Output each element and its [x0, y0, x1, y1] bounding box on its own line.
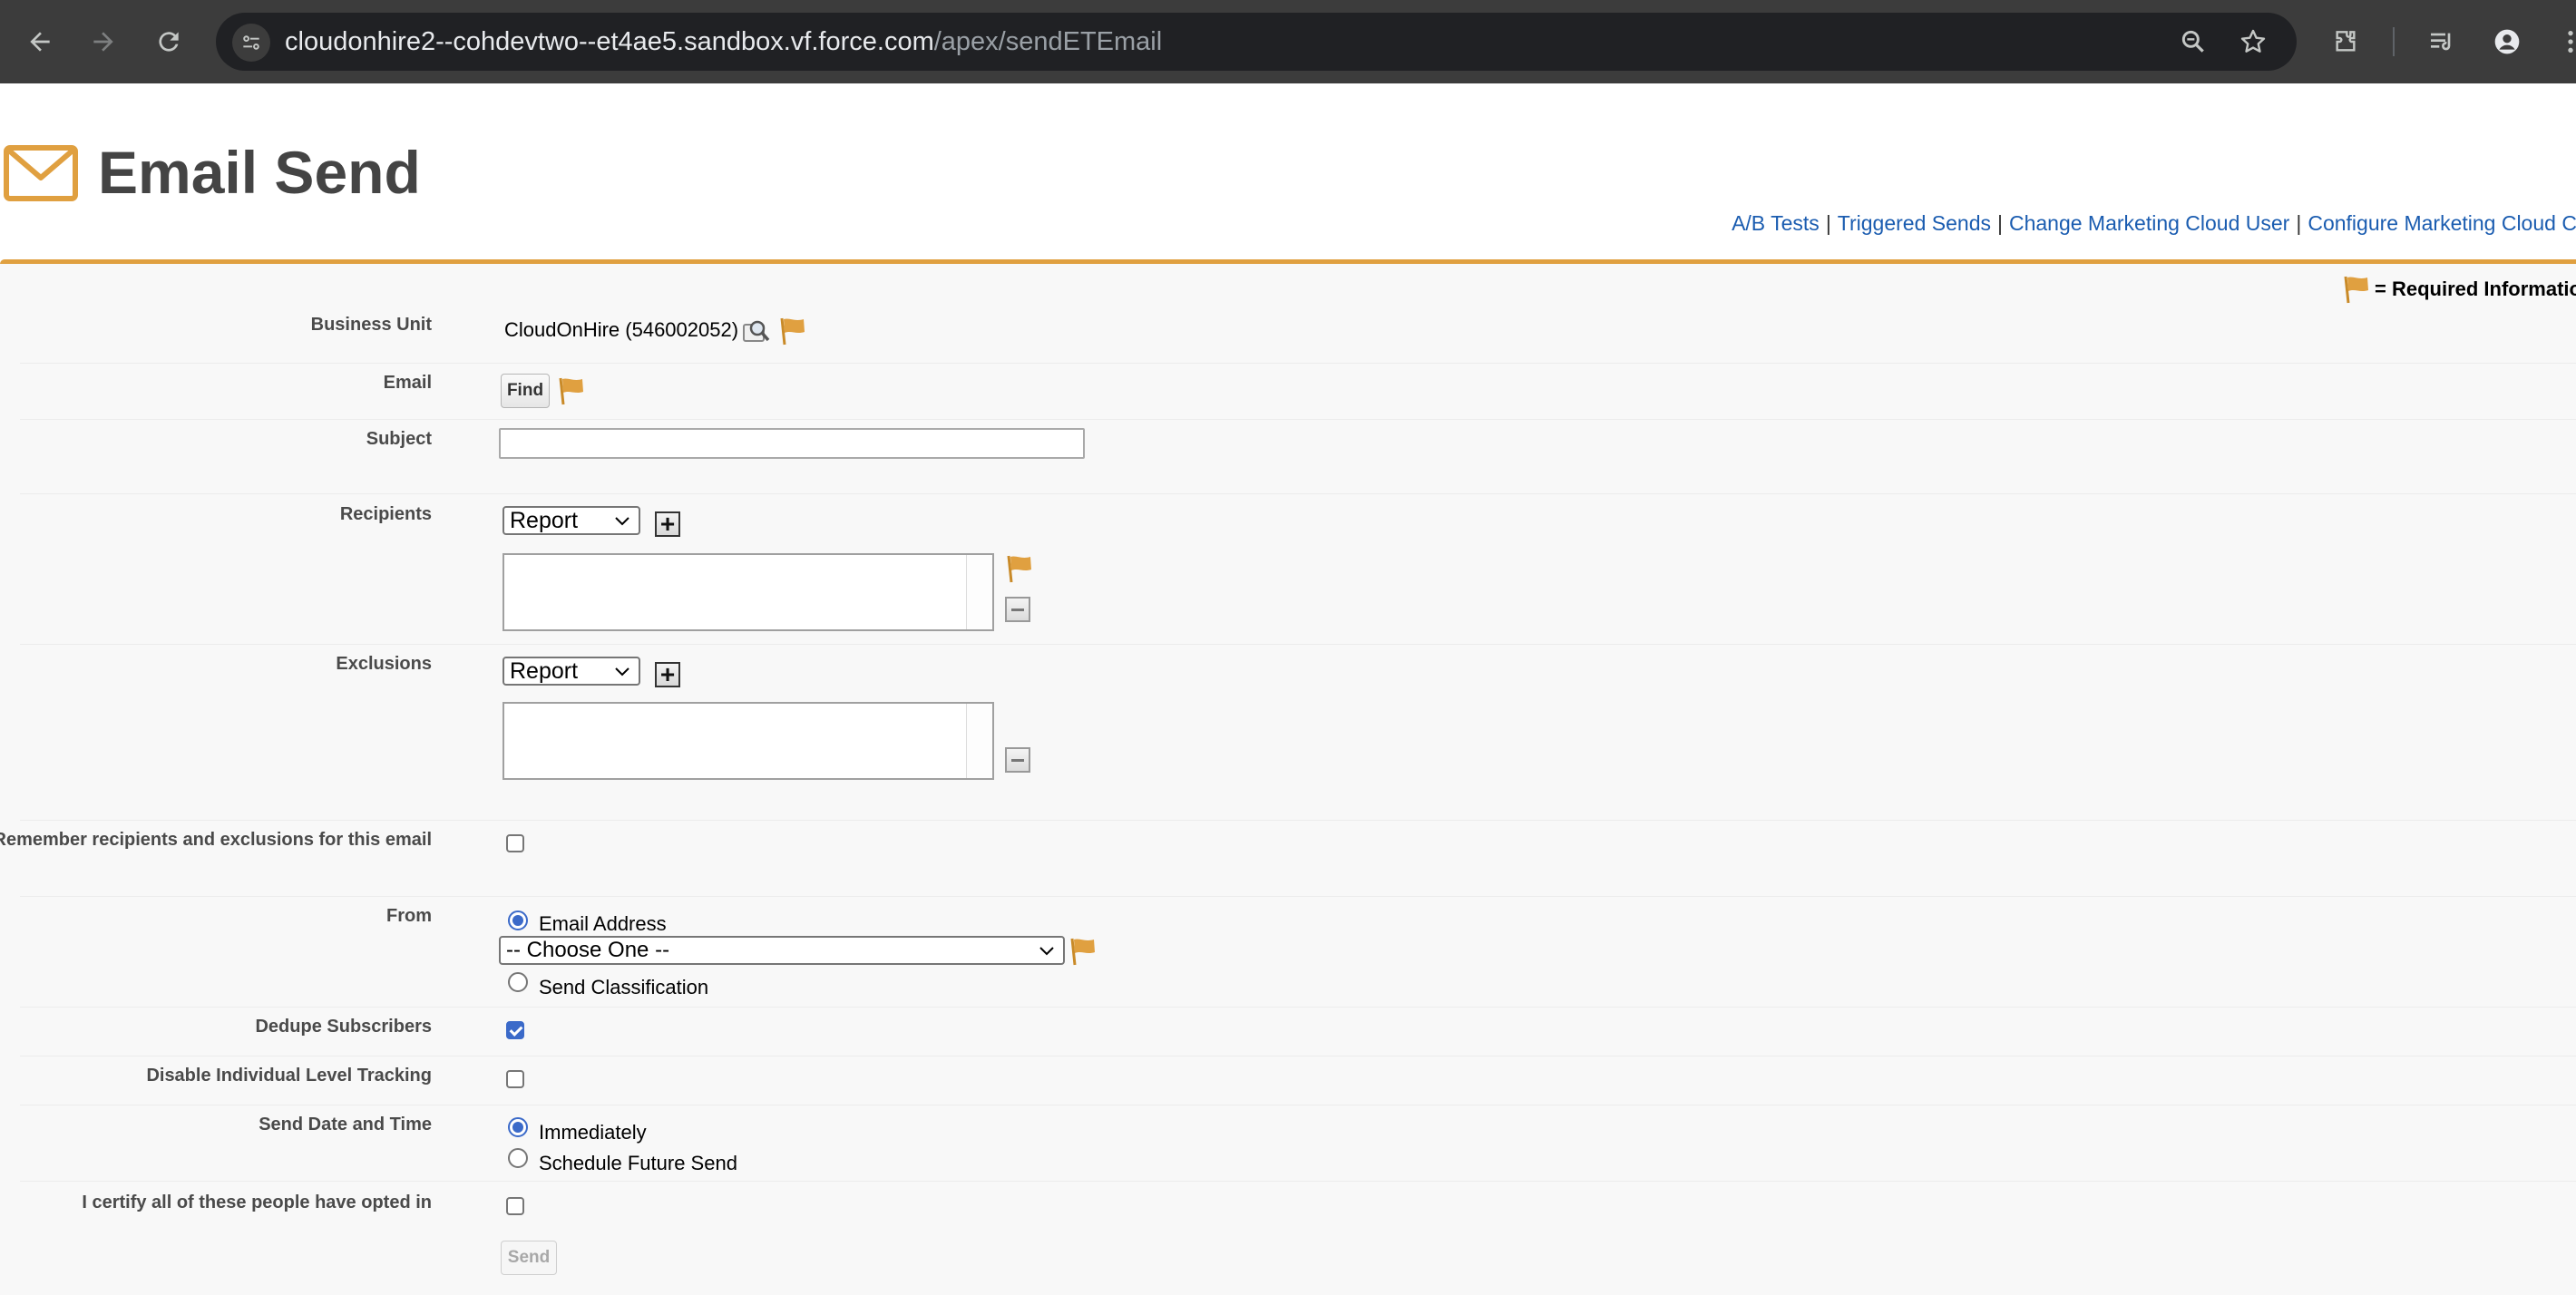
schedule-future-send-label: Schedule Future Send — [539, 1152, 737, 1174]
required-flag-icon — [1070, 938, 1095, 966]
required-flag-icon — [2344, 276, 2368, 304]
certify-label: I certify all of these people have opted… — [82, 1193, 432, 1212]
exclusions-label: Exclusions — [336, 654, 432, 674]
site-info-icon[interactable] — [232, 24, 270, 62]
back-icon[interactable] — [20, 22, 60, 62]
scrollbar[interactable] — [966, 555, 992, 629]
exclusions-type-select[interactable]: Report — [503, 657, 640, 686]
send-button[interactable]: Send — [501, 1241, 557, 1275]
from-address-select[interactable]: -- Choose One -- — [499, 936, 1065, 965]
forward-icon[interactable] — [83, 22, 123, 62]
page-title: Email Send — [98, 139, 421, 206]
toolbar-divider — [2393, 27, 2395, 56]
chevron-down-icon — [1039, 947, 1054, 956]
exclusions-list[interactable] — [503, 702, 994, 780]
remove-exclusion-button[interactable] — [1005, 747, 1030, 773]
extensions-icon[interactable] — [2326, 22, 2366, 62]
chevron-down-icon — [615, 667, 629, 677]
remove-recipient-button[interactable] — [1005, 597, 1030, 622]
bookmark-star-icon[interactable] — [2235, 24, 2271, 60]
configure-marketing-cloud-connect-link[interactable]: Configure Marketing Cloud Connect — [2308, 211, 2576, 235]
required-flag-icon — [780, 317, 805, 346]
row-divider — [20, 644, 2576, 645]
scrollbar[interactable] — [966, 704, 992, 778]
recipients-list[interactable] — [503, 553, 994, 631]
triggered-sends-link[interactable]: Triggered Sends — [1838, 211, 1991, 235]
required-legend-text: = Required Information — [2375, 278, 2576, 300]
menu-icon[interactable] — [2551, 22, 2576, 62]
from-send-classification-label: Send Classification — [539, 976, 709, 998]
row-divider — [20, 419, 2576, 420]
disable-tracking-checkbox[interactable] — [506, 1070, 524, 1088]
chevron-down-icon — [615, 517, 629, 526]
required-flag-icon — [1007, 555, 1031, 583]
send-immediately-radio[interactable] — [508, 1117, 528, 1137]
business-unit-label: Business Unit — [310, 315, 432, 335]
find-email-button[interactable]: Find — [501, 374, 550, 408]
exclusions-type-value: Report — [510, 658, 579, 684]
browser-toolbar: cloudonhire2--cohdevtwo--et4ae5.sandbox.… — [0, 0, 2576, 83]
url-host: cloudonhire2--cohdevtwo--et4ae5.sandbox.… — [285, 27, 934, 56]
ab-tests-link[interactable]: A/B Tests — [1732, 211, 1820, 235]
disable-tracking-label: Disable Individual Level Tracking — [146, 1066, 432, 1086]
remember-label: Remember recipients and exclusions for t… — [0, 830, 432, 850]
subject-input[interactable] — [499, 428, 1085, 459]
reading-list-icon[interactable] — [2422, 22, 2462, 62]
business-unit-value: CloudOnHire (546002052) — [504, 318, 739, 341]
row-divider — [20, 820, 2576, 821]
row-divider — [20, 493, 2576, 494]
required-flag-icon — [559, 377, 583, 405]
add-recipient-button[interactable]: + — [655, 511, 680, 537]
remember-checkbox[interactable] — [506, 834, 524, 852]
from-address-value: -- Choose One -- — [506, 938, 670, 962]
from-email-address-radio[interactable] — [508, 910, 528, 930]
required-legend: = Required Information — [2340, 274, 2576, 305]
row-divider — [20, 1181, 2576, 1182]
url-text[interactable]: cloudonhire2--cohdevtwo--et4ae5.sandbox.… — [285, 24, 1162, 60]
email-envelope-icon — [4, 145, 78, 201]
subject-label: Subject — [366, 429, 432, 449]
from-label: From — [386, 906, 432, 926]
certify-checkbox[interactable] — [506, 1197, 524, 1215]
zoom-icon[interactable] — [2175, 24, 2211, 60]
reload-icon[interactable] — [149, 22, 189, 62]
profile-icon[interactable] — [2487, 22, 2527, 62]
from-send-classification-radio[interactable] — [508, 972, 528, 992]
recipients-type-value: Report — [510, 508, 579, 533]
add-exclusion-button[interactable]: + — [655, 662, 680, 687]
from-email-address-label: Email Address — [539, 912, 667, 935]
lookup-icon[interactable] — [742, 317, 771, 345]
email-label: Email — [383, 373, 432, 393]
send-date-label: Send Date and Time — [259, 1115, 432, 1134]
url-path: /apex/sendETEmail — [933, 27, 1163, 56]
dedupe-checkbox[interactable] — [506, 1021, 524, 1039]
row-divider — [20, 1007, 2576, 1008]
row-divider — [20, 363, 2576, 364]
recipients-type-select[interactable]: Report — [503, 506, 640, 535]
send-immediately-label: Immediately — [539, 1121, 647, 1144]
header-links: A/B Tests | Triggered Sends | Change Marketi… — [1732, 211, 2576, 236]
recipients-label: Recipients — [339, 504, 432, 524]
change-marketing-cloud-user-link[interactable]: Change Marketing Cloud User — [2009, 211, 2289, 235]
schedule-future-send-radio[interactable] — [508, 1148, 528, 1168]
row-divider — [20, 896, 2576, 897]
dedupe-label: Dedupe Subscribers — [255, 1017, 432, 1037]
